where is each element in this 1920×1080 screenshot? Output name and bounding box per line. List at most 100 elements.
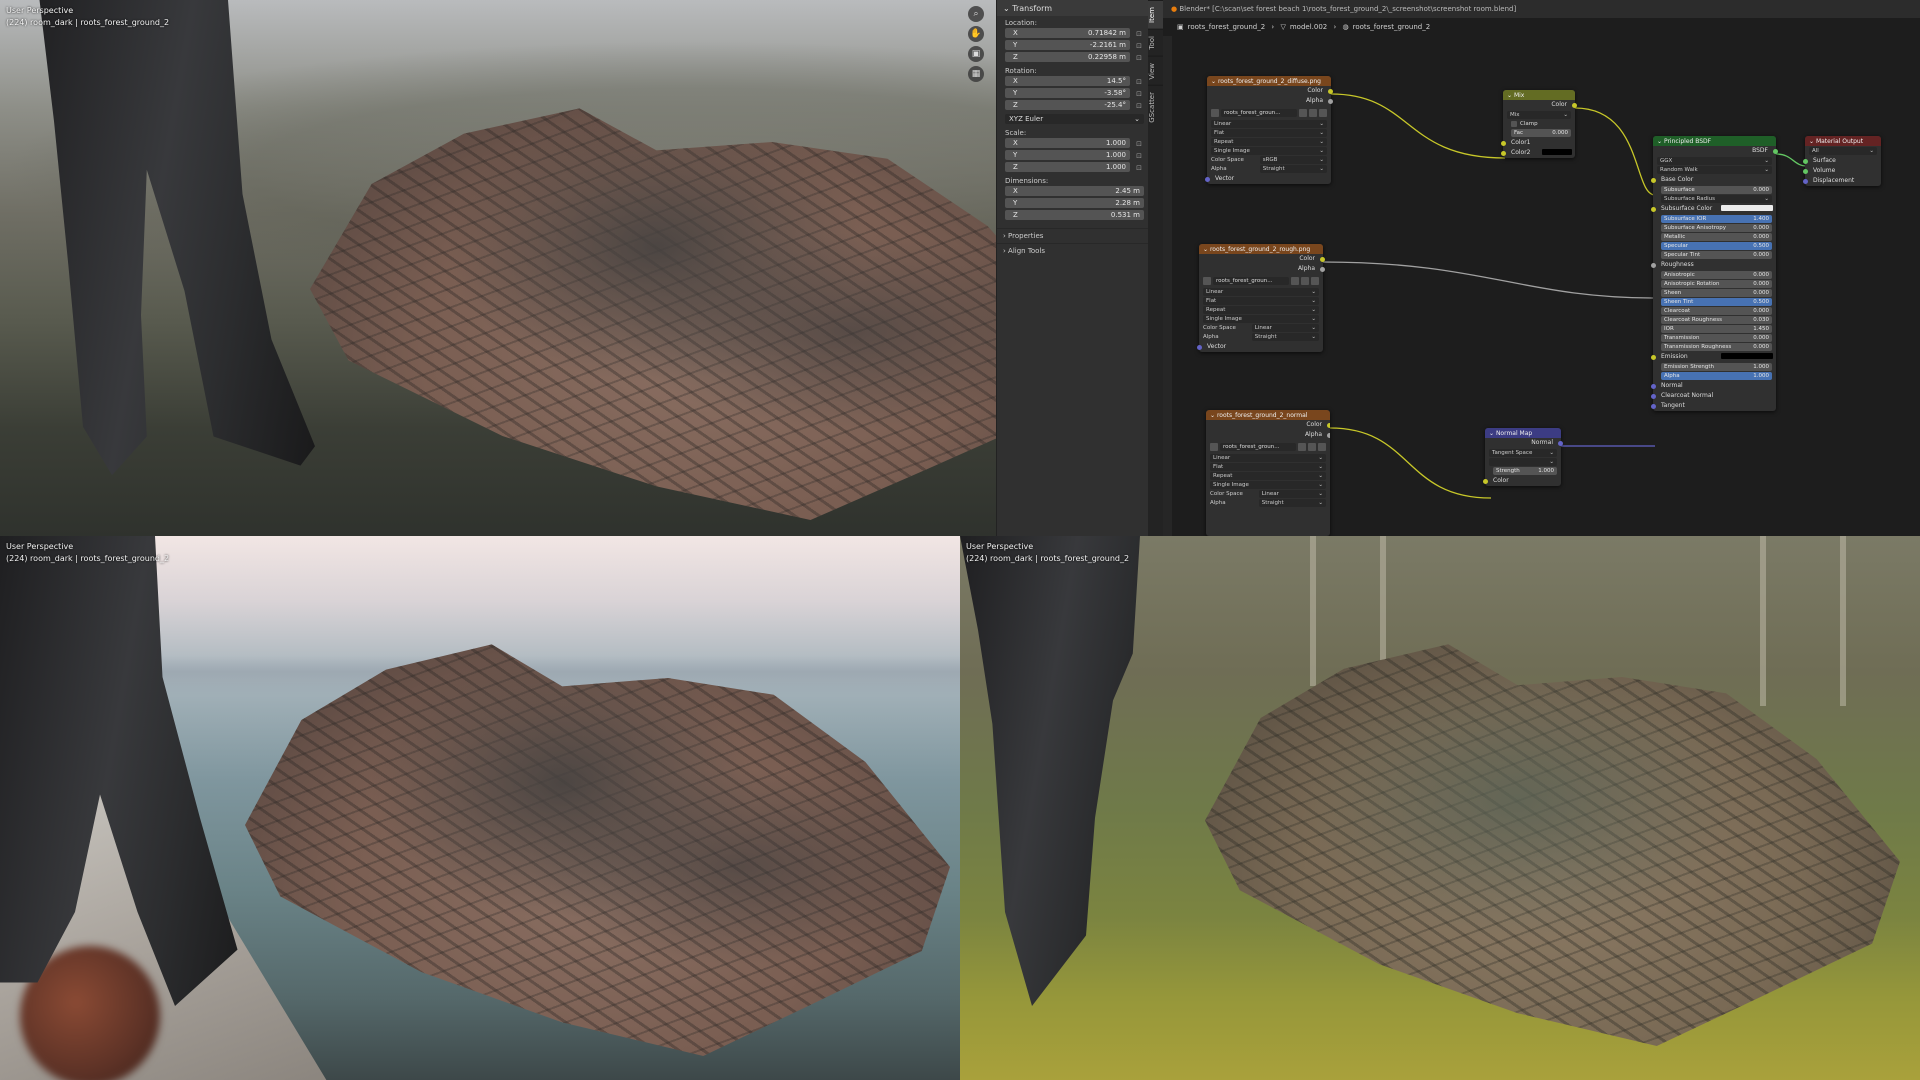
source-select[interactable]: Single Image ⌄ <box>1211 147 1327 155</box>
subsurface-method-select[interactable]: Random Walk ⌄ <box>1657 166 1772 174</box>
location-z-field[interactable]: Z 0.22958 m <box>1005 52 1130 62</box>
bsdf-input-row[interactable]: Specular Tint 0.000 <box>1661 251 1772 259</box>
scale-x-field[interactable]: X 1.000 <box>1005 138 1130 148</box>
image-selector[interactable]: roots_forest_groun... <box>1211 108 1327 118</box>
node-tex-normal[interactable]: ⌄ roots_forest_ground_2_normal Color Alp… <box>1206 410 1330 536</box>
colorspace-row[interactable]: Color Space sRGB ⌄ <box>1211 156 1327 164</box>
bsdf-input-row[interactable]: Sheen 0.000 <box>1661 289 1772 297</box>
socket-input[interactable] <box>1651 178 1656 183</box>
interpolation-select[interactable]: Linear ⌄ <box>1211 120 1327 128</box>
source-select[interactable]: Single Image ⌄ <box>1203 315 1319 323</box>
socket-input[interactable] <box>1651 384 1656 389</box>
color-swatch[interactable] <box>1721 353 1773 359</box>
bsdf-input-row[interactable]: Normal <box>1651 381 1776 391</box>
source-select[interactable]: Single Image ⌄ <box>1210 481 1326 489</box>
viewport-top[interactable]: User Perspective (224) room_dark | roots… <box>0 0 1153 536</box>
socket-input[interactable] <box>1803 179 1808 184</box>
socket-input[interactable] <box>1651 263 1656 268</box>
node-tex-diffuse[interactable]: ⌄ roots_forest_ground_2_diffuse.png Colo… <box>1205 76 1333 184</box>
socket-output[interactable] <box>1328 99 1333 104</box>
bsdf-input-row[interactable]: Subsurface 0.000 <box>1661 186 1772 194</box>
bsdf-input-row[interactable]: Alpha 1.000 <box>1661 372 1772 380</box>
node-mix[interactable]: ⌄ Mix Color Mix ⌄ Clamp Fac 0.000 Color1 C… <box>1501 90 1577 158</box>
socket-output[interactable] <box>1773 149 1778 154</box>
lock-icon[interactable]: ⊡ <box>1134 30 1144 38</box>
dimensions-y-field[interactable]: Y 2.28 m <box>1005 198 1144 208</box>
socket-input[interactable] <box>1483 479 1488 484</box>
bsdf-input-row[interactable]: Subsurface Radius ⌄ <box>1661 195 1772 203</box>
bsdf-input-row[interactable]: Roughness <box>1651 260 1776 270</box>
properties-subpanel[interactable]: › Properties <box>997 228 1148 243</box>
space-select[interactable]: Tangent Space ⌄ <box>1489 449 1557 457</box>
lock-icon[interactable]: ⊡ <box>1134 54 1144 62</box>
lock-icon[interactable]: ⊡ <box>1134 90 1144 98</box>
socket-input[interactable] <box>1651 207 1656 212</box>
node-header[interactable]: ⌄ Principled BSDF <box>1653 136 1776 146</box>
scale-z-field[interactable]: Z 1.000 <box>1005 162 1130 172</box>
socket-output[interactable] <box>1320 257 1325 262</box>
breadcrumb-object[interactable]: roots_forest_ground_2 <box>1188 23 1266 31</box>
rotation-y-field[interactable]: Y -3.58° <box>1005 88 1130 98</box>
breadcrumb-mesh[interactable]: model.002 <box>1290 23 1327 31</box>
rotation-z-field[interactable]: Z -25.4° <box>1005 100 1130 110</box>
bsdf-input-row[interactable]: Sheen Tint 0.500 <box>1661 298 1772 306</box>
node-material-output[interactable]: ⌄ Material Output All ⌄ Surface Volume Di… <box>1803 136 1881 186</box>
alpha-row[interactable]: Alpha Straight ⌄ <box>1211 165 1327 173</box>
rock-mesh[interactable] <box>245 644 950 1056</box>
socket-output[interactable] <box>1327 423 1330 428</box>
breadcrumb-material[interactable]: roots_forest_ground_2 <box>1353 23 1431 31</box>
bsdf-input-row[interactable]: Clearcoat Normal <box>1651 391 1776 401</box>
uv-map-select[interactable]: ⌄ <box>1489 458 1557 466</box>
color2-swatch[interactable] <box>1542 149 1572 155</box>
socket-input[interactable] <box>1803 159 1808 164</box>
bsdf-input-row[interactable]: Tangent <box>1651 401 1776 411</box>
projection-select[interactable]: Flat ⌄ <box>1203 297 1319 305</box>
interpolation-select[interactable]: Linear ⌄ <box>1210 454 1326 462</box>
transform-header[interactable]: ⌄ Transform <box>997 0 1148 16</box>
rotation-mode-select[interactable]: XYZ Euler ⌄ <box>1005 114 1144 124</box>
bsdf-input-row[interactable]: Clearcoat 0.000 <box>1661 307 1772 315</box>
scale-y-field[interactable]: Y 1.000 <box>1005 150 1130 160</box>
projection-select[interactable]: Flat ⌄ <box>1211 129 1327 137</box>
socket-output[interactable] <box>1328 89 1333 94</box>
lock-icon[interactable]: ⊡ <box>1134 140 1144 148</box>
tab-item[interactable]: Item <box>1148 0 1163 29</box>
socket-input[interactable] <box>1651 355 1656 360</box>
socket-output[interactable] <box>1327 433 1330 438</box>
viewport-bottom-right[interactable]: User Perspective (224) room_dark | roots… <box>960 536 1920 1080</box>
tab-gscatter[interactable]: GScatter <box>1148 85 1163 129</box>
strength-field[interactable]: Strength 1.000 <box>1493 467 1557 475</box>
lock-icon[interactable]: ⊡ <box>1134 152 1144 160</box>
alpha-row[interactable]: Alpha Straight ⌄ <box>1203 333 1319 341</box>
bsdf-input-row[interactable]: Subsurface IOR 1.400 <box>1661 215 1772 223</box>
lock-icon[interactable]: ⊡ <box>1134 164 1144 172</box>
distribution-select[interactable]: GGX ⌄ <box>1657 157 1772 165</box>
node-header[interactable]: ⌄ roots_forest_ground_2_diffuse.png <box>1207 76 1331 86</box>
clamp-checkbox[interactable]: Clamp <box>1511 120 1571 128</box>
node-header[interactable]: ⌄ Normal Map <box>1485 428 1561 438</box>
extension-select[interactable]: Repeat ⌄ <box>1211 138 1327 146</box>
socket-input[interactable] <box>1501 141 1506 146</box>
interpolation-select[interactable]: Linear ⌄ <box>1203 288 1319 296</box>
node-tex-rough[interactable]: ⌄ roots_forest_ground_2_rough.png Color … <box>1197 244 1325 352</box>
dimensions-z-field[interactable]: Z 0.531 m <box>1005 210 1144 220</box>
socket-output[interactable] <box>1572 103 1577 108</box>
lock-icon[interactable]: ⊡ <box>1134 78 1144 86</box>
bsdf-input-row[interactable]: Transmission 0.000 <box>1661 334 1772 342</box>
lock-icon[interactable]: ⊡ <box>1134 42 1144 50</box>
image-selector[interactable]: roots_forest_groun... <box>1210 442 1326 452</box>
zoom-icon[interactable]: ⌕ <box>968 6 984 22</box>
socket-input[interactable] <box>1197 345 1202 350</box>
tab-tool[interactable]: Tool <box>1148 28 1163 56</box>
node-header[interactable]: ⌄ roots_forest_ground_2_normal <box>1206 410 1330 420</box>
grid-icon[interactable]: ▦ <box>968 66 984 82</box>
bsdf-input-row[interactable]: Anisotropic 0.000 <box>1661 271 1772 279</box>
bsdf-input-row[interactable]: Anisotropic Rotation 0.000 <box>1661 280 1772 288</box>
bsdf-input-row[interactable]: Subsurface Color <box>1651 204 1776 214</box>
camera-icon[interactable]: ▣ <box>968 46 984 62</box>
colorspace-row[interactable]: Color Space Linear ⌄ <box>1203 324 1319 332</box>
node-normal-map[interactable]: ⌄ Normal Map Normal Tangent Space ⌄ ⌄ Str… <box>1483 428 1563 486</box>
bsdf-input-row[interactable]: Subsurface Anisotropy 0.000 <box>1661 224 1772 232</box>
location-x-field[interactable]: X 0.71842 m <box>1005 28 1130 38</box>
bsdf-input-row[interactable]: Clearcoat Roughness 0.030 <box>1661 316 1772 324</box>
